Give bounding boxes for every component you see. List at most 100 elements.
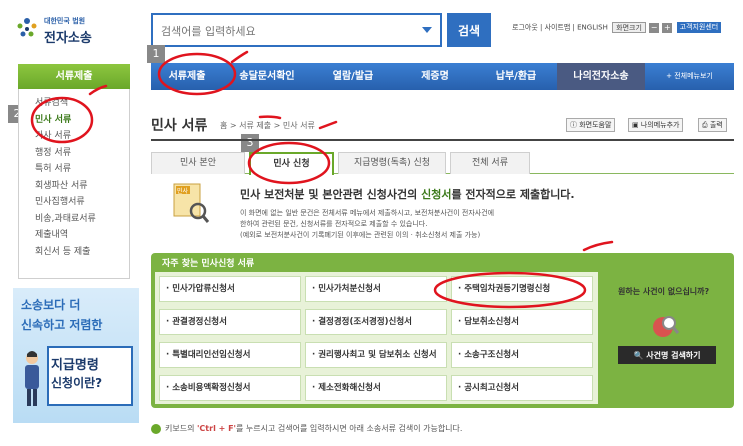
- screen-help-button[interactable]: ⓘ 화면도움말: [566, 118, 616, 132]
- intro-desc-3: (예외로 보전처분사건이 기록폐기된 이후에는 관련된 이의 · 취소신청서 제…: [240, 231, 481, 239]
- case-search-label: 사건명 검색하기: [646, 350, 701, 360]
- intro-highlight: 신청서: [421, 188, 452, 201]
- sidebar-item-reply[interactable]: 회신서 등 제출: [19, 244, 129, 261]
- sidebar-item-civil-exec[interactable]: 민사집행서류: [19, 194, 129, 211]
- doc-link[interactable]: · 담보취소신청서: [451, 309, 593, 335]
- doc-link-label: 주택임차권등기명령신청: [464, 284, 551, 294]
- document-magnifier-icon: 민사: [173, 183, 210, 223]
- page-title: 민사 서류: [151, 118, 208, 134]
- document-tabs: 민사 본안 민사 신청 지급명령(독촉) 신청 전체 서류: [151, 152, 734, 175]
- doc-link-label: 소송구조신청서: [464, 350, 519, 360]
- annotation-tick-3: [318, 120, 338, 130]
- case-search-icon: [653, 316, 680, 337]
- doc-link-label: 공시최고신청서: [464, 383, 519, 393]
- tab-civil-main[interactable]: 민사 본안: [151, 152, 245, 174]
- doc-link-label: 관결경정신청서: [172, 317, 227, 327]
- add-my-menu-button[interactable]: ▣ 나의메뉴추가: [628, 118, 684, 132]
- print-label: 출력: [709, 121, 723, 129]
- search-button[interactable]: 검색: [447, 13, 491, 47]
- intro-description: 이 화면에 없는 일반 문건은 전체서류 메뉴에서 제출하시고, 보전처분사건이…: [240, 208, 494, 241]
- sidebar: 서류검색 민사 서류 가사 서류 행정 서류 특허 서류 회생파산 서류 민사집…: [18, 89, 130, 279]
- utility-text-links[interactable]: 로그아웃 | 사이트맵 | ENGLISH: [512, 24, 608, 32]
- footer-hint: 키보드의 'Ctrl + F'를 누르시고 검색어를 입력하시면 아래 소송서류…: [151, 423, 462, 434]
- nav-item-certificate[interactable]: 제증명: [395, 63, 475, 90]
- doc-link[interactable]: · 민사가처분신청서: [305, 276, 447, 302]
- doc-link[interactable]: · 소송구조신청서: [451, 342, 593, 368]
- intro-post: 를 전자적으로 제출합니다.: [451, 188, 575, 201]
- doc-link-label: 특별대리인선임신청서: [172, 350, 251, 360]
- tab-all-documents[interactable]: 전체 서류: [450, 152, 530, 174]
- sidebar-header[interactable]: 서류제출: [18, 64, 130, 89]
- tab-payment-order[interactable]: 지급명령(독촉) 신청: [338, 152, 446, 174]
- doc-link-label: 권리행사최고 및 담보취소 신청서: [318, 350, 437, 360]
- banner-line-2: 신속하고 저렴한: [21, 318, 103, 332]
- case-question: 원하는 사건이 없으십니까?: [618, 287, 710, 296]
- step-badge-3: 3: [241, 134, 259, 152]
- case-search-button[interactable]: 🔍 사건명 검색하기: [618, 346, 716, 364]
- main-nav: 서류제출 송달문서확인 열람/발급 제증명 납부/환급 나의전자소송 + 전체메…: [151, 63, 734, 90]
- footer-post: 를 누르시고 검색어를 입력하시면 아래 소송서류 검색이 가능합니다.: [236, 424, 463, 433]
- nav-item-submit[interactable]: 서류제출: [151, 63, 223, 90]
- doc-link[interactable]: · 주택임차권등기명령신청: [451, 276, 593, 302]
- screen-help-label: 화면도움말: [579, 121, 612, 129]
- payment-order-banner[interactable]: 소송보다 더 신속하고 저렴한 지급명령 신청이란?: [13, 288, 139, 423]
- all-menu-link[interactable]: + 전체메뉴보기: [645, 63, 734, 90]
- doc-link[interactable]: · 공시최고신청서: [451, 375, 593, 401]
- doc-link-label: 민사가처분신청서: [318, 284, 381, 294]
- court-emblem-icon: [17, 18, 37, 37]
- doc-icon-label: 민사: [177, 187, 189, 195]
- intro-heading: 민사 보전처분 및 본안관련 신청사건의 신청서를 전자적으로 제출합니다.: [240, 186, 575, 202]
- add-my-menu-label: 나의메뉴추가: [640, 121, 680, 129]
- doc-link-label: 제소전화해신청서: [318, 383, 381, 393]
- doc-link[interactable]: · 결정경정(조서경정)신청서: [305, 309, 447, 335]
- nav-item-my-ecourt[interactable]: 나의전자소송: [557, 63, 645, 90]
- intro-desc-1: 이 화면에 없는 일반 문건은 전체서류 메뉴에서 제출하시고, 보전처분사건이…: [240, 209, 495, 217]
- footer-pre: 키보드의: [165, 424, 197, 433]
- doc-link-label: 소송비용액확정신청서: [172, 383, 251, 393]
- annotation-tick-4: [582, 240, 614, 252]
- doc-link[interactable]: · 권리행사최고 및 담보취소 신청서: [305, 342, 447, 368]
- breadcrumb: 홈 > 서류 제출 > 민사 서류: [220, 121, 315, 130]
- intro-desc-2: 한하여 관련된 문건, 신청서류를 전자적으로 제출할 수 있습니다.: [240, 220, 428, 228]
- nav-item-payment[interactable]: 납부/환급: [475, 63, 557, 90]
- sidebar-item-history[interactable]: 제출내역: [19, 227, 129, 244]
- sidebar-item-nonlitigation[interactable]: 비송,과태료서류: [19, 211, 129, 228]
- tab-civil-application[interactable]: 민사 신청: [249, 152, 334, 175]
- sidebar-item-bankruptcy[interactable]: 회생파산 서류: [19, 178, 129, 195]
- search-box: [151, 13, 442, 47]
- nav-item-view-issue[interactable]: 열람/발급: [311, 63, 395, 90]
- sidebar-item-patent[interactable]: 특허 서류: [19, 161, 129, 178]
- annotation-tick-1: [230, 50, 249, 64]
- help-center-button[interactable]: 고객지원센터: [676, 22, 722, 33]
- doc-link[interactable]: · 관결경정신청서: [159, 309, 301, 335]
- arrow-circle-icon: [151, 423, 161, 434]
- doc-link-label: 민사가압류신청서: [172, 284, 235, 294]
- dropdown-arrow-icon[interactable]: [422, 27, 432, 33]
- court-logo[interactable]: 대한민국 법원 전자소송: [14, 14, 134, 46]
- print-button[interactable]: ⎙ 출력: [698, 118, 727, 132]
- sidebar-item-search[interactable]: 서류검색: [19, 95, 129, 112]
- zoom-label: 화면크기: [612, 22, 646, 33]
- doc-link-label: 결정경정(조서경정)신청서: [318, 317, 412, 327]
- utility-links: 로그아웃 | 사이트맵 | ENGLISH 화면크기 − + 고객지원센터: [512, 22, 722, 33]
- banner-title-1: 지급명령: [51, 358, 99, 373]
- sidebar-item-admin[interactable]: 행정 서류: [19, 145, 129, 162]
- doc-link[interactable]: · 소송비용액확정신청서: [159, 375, 301, 401]
- nav-item-service-check[interactable]: 송달문서확인: [223, 63, 311, 90]
- title-divider: [151, 139, 734, 141]
- banner-title-2: 신청이란?: [51, 376, 103, 390]
- zoom-out-button[interactable]: −: [649, 22, 660, 33]
- sidebar-item-family[interactable]: 가사 서류: [19, 128, 129, 145]
- doc-link-label: 담보취소신청서: [464, 317, 519, 327]
- zoom-in-button[interactable]: +: [662, 22, 673, 33]
- logo-small-text: 대한민국 법원: [44, 17, 86, 25]
- doc-link[interactable]: · 민사가압류신청서: [159, 276, 301, 302]
- intro-pre: 민사 보전처분 및 본안관련 신청사건의: [240, 188, 422, 201]
- doc-link[interactable]: · 특별대리인선임신청서: [159, 342, 301, 368]
- banner-line-1: 소송보다 더: [21, 298, 81, 312]
- annotation-underline-title: [258, 115, 282, 120]
- doc-link[interactable]: · 제소전화해신청서: [305, 375, 447, 401]
- footer-keys: 'Ctrl + F': [196, 424, 237, 433]
- search-input[interactable]: [161, 22, 411, 40]
- sidebar-item-civil[interactable]: 민사 서류: [19, 112, 129, 129]
